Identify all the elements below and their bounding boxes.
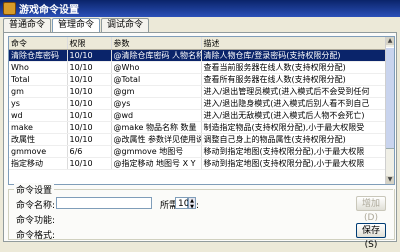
group-label: 命令设置	[14, 183, 55, 196]
table-cell: 移动到指定地图(支持权限分配),小于最大权限	[201, 157, 387, 170]
table-cell: 10/10	[67, 85, 112, 98]
window-titlebar: 游戏命令设置	[0, 0, 400, 17]
table-cell: 查看所有服务器在线人数(支持权限分配)	[201, 73, 387, 86]
table-cell: 进入/退出隐身模式(进入模式后别人看不到自己	[201, 97, 387, 110]
table-cell: @gmmove 地图号	[111, 145, 202, 158]
table-cell: @Who	[111, 61, 202, 74]
table-cell: @make 物品名称 数量	[111, 121, 202, 134]
table-cell: @gm	[111, 85, 202, 98]
table-row[interactable]: gmmove 6/6 @gmmove 地图号 移动到指定地图(支持权限分配),小于最大…	[9, 145, 387, 158]
table-row[interactable]: gm 10/10 @gm 进入/退出管理员模式(进入模式后不会受到任何	[9, 85, 387, 98]
table-cell: Who	[9, 61, 68, 74]
table-cell: 10/10	[67, 121, 112, 134]
column-header-command[interactable]: 命令	[9, 37, 68, 50]
scroll-down-icon[interactable]: ▼	[386, 176, 394, 184]
table-cell: ys	[9, 97, 68, 110]
table-cell: gm	[9, 85, 68, 98]
tab-strip: 普通命令 管理命令 调试命令	[3, 18, 150, 33]
table-row[interactable]: Who 10/10 @Who 查看当前服务器在线人数(支持权限分配)	[9, 61, 387, 74]
table-cell: 制造指定物品(支持权限分配),小于最大权限受	[201, 121, 387, 134]
table-cell: 10/10	[67, 133, 112, 146]
table-cell: make	[9, 121, 68, 134]
window-title: 游戏命令设置	[19, 5, 79, 16]
table-cell: 10/10	[67, 157, 112, 170]
tab-normal-commands[interactable]: 普通命令	[3, 18, 52, 32]
table-row[interactable]: 清除仓库密码 10/10 @清除仓库密码 人物名称 清除人物仓库/登录密码(支持权限分…	[9, 49, 387, 62]
table-cell: @指定移动 地图号 X Y	[111, 157, 202, 170]
table-row[interactable]: Total 10/10 @Total 查看所有服务器在线人数(支持权限分配)	[9, 73, 387, 86]
table-cell: 10/10	[67, 109, 112, 122]
table-cell: 指定移动	[9, 157, 68, 170]
column-header-params[interactable]: 参数	[111, 37, 202, 50]
table-cell: @wd	[111, 109, 202, 122]
table-cell: 10/10	[67, 49, 112, 62]
table-row[interactable]: ys 10/10 @ys 进入/退出隐身模式(进入模式后别人看不到自己	[9, 97, 387, 110]
table-row[interactable]: 指定移动 10/10 @指定移动 地图号 X Y 移动到指定地图(支持权限分配),小于…	[9, 157, 387, 170]
tab-admin-commands[interactable]: 管理命令	[52, 18, 101, 33]
save-button[interactable]: 保存(S)	[356, 223, 386, 250]
table-cell: @ys	[111, 97, 202, 110]
scroll-thumb[interactable]	[386, 47, 394, 149]
command-name-label: 命令名称:	[16, 201, 56, 211]
table-row[interactable]: wd 10/10 @wd 进入/退出无敌模式(进入模式后人物不会死亡)	[9, 109, 387, 122]
level-spinner-icon[interactable]: ▲ ▼	[188, 197, 196, 210]
table-cell: 6/6	[67, 145, 112, 158]
table-cell: gmmove	[9, 145, 68, 158]
table-cell: 10/10	[67, 73, 112, 86]
level-input[interactable]: 10	[175, 197, 189, 209]
table-cell: @清除仓库密码 人物名称	[111, 49, 202, 62]
table-cell: 移动到指定地图(支持权限分配),小于最大权限	[201, 145, 387, 158]
table-cell: @改属性 参数详见使用说明	[111, 133, 202, 146]
table-cell: wd	[9, 109, 68, 122]
table-cell: 调整自己身上的物品属性(支持权限分配)	[201, 133, 387, 146]
table-cell: 查看当前服务器在线人数(支持权限分配)	[201, 61, 387, 74]
table-cell: 10/10	[67, 61, 112, 74]
vertical-scrollbar[interactable]: ▲ ▼	[385, 37, 394, 184]
command-format-label: 命令格式:	[16, 231, 56, 241]
command-function-label: 命令功能:	[16, 216, 56, 226]
add-button[interactable]: 增加(D)	[356, 196, 386, 223]
command-table: 命令 权限 参数 描述 清除仓库密码 10/10 @清除仓库密码 人物名称 清除人物仓…	[8, 36, 395, 185]
tab-panel: 命令 权限 参数 描述 清除仓库密码 10/10 @清除仓库密码 人物名称 清除人物仓…	[3, 32, 397, 250]
table-cell: 清除仓库密码	[9, 49, 68, 62]
table-cell: 改属性	[9, 133, 68, 146]
app-icon	[3, 2, 16, 15]
table-cell: 进入/退出无敌模式(进入模式后人物不会死亡)	[201, 109, 387, 122]
column-header-description[interactable]: 描述	[201, 37, 387, 50]
table-cell: 10/10	[67, 97, 112, 110]
column-header-level[interactable]: 权限	[67, 37, 112, 50]
command-name-input[interactable]	[56, 197, 152, 209]
table-cell: Total	[9, 73, 68, 86]
table-row[interactable]: make 10/10 @make 物品名称 数量 制造指定物品(支持权限分配),小于最…	[9, 121, 387, 134]
tab-debug-commands[interactable]: 调试命令	[101, 18, 150, 32]
table-row[interactable]: 改属性10/10@改属性 参数详见使用说明调整自己身上的物品属性(支持权限分配)	[9, 133, 387, 146]
table-cell: 进入/退出管理员模式(进入模式后不会受到任何	[201, 85, 387, 98]
table-cell: 清除人物仓库/登录密码(支持权限分配)	[201, 49, 387, 62]
table-cell: @Total	[111, 73, 202, 86]
scroll-up-icon[interactable]: ▲	[386, 37, 394, 45]
